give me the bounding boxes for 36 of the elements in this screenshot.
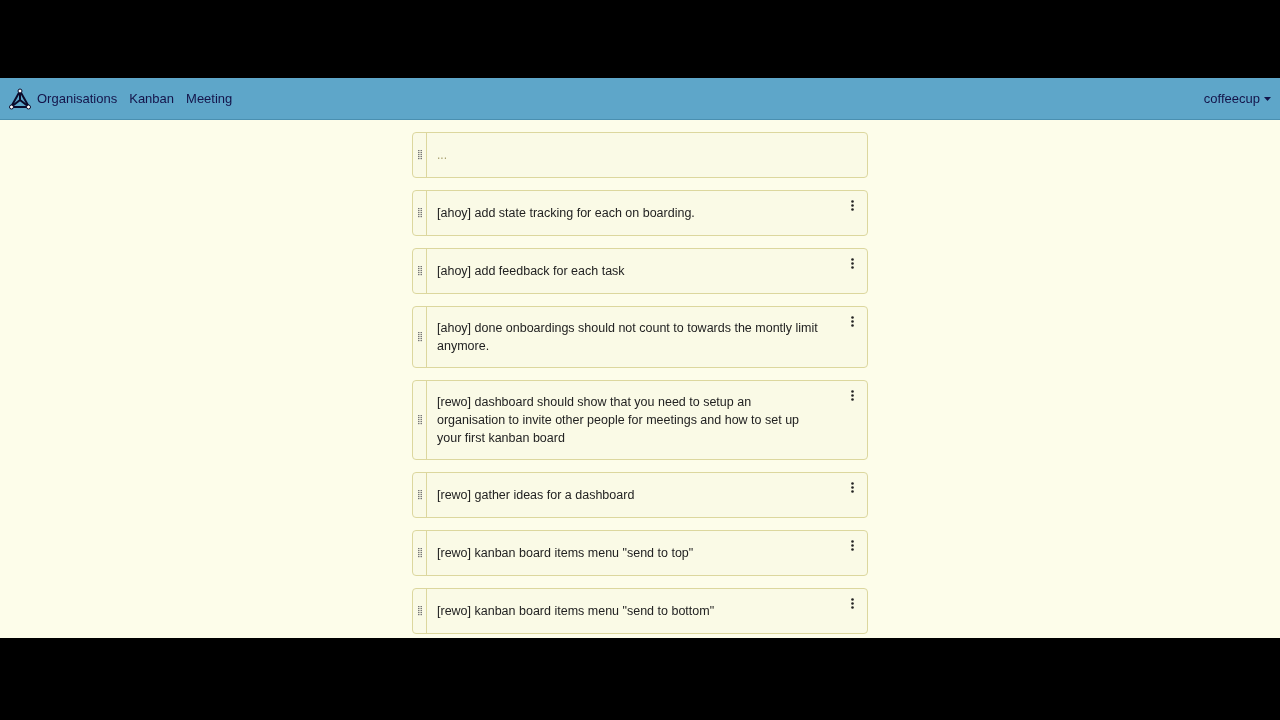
kanban-card[interactable]: [rewo] dashboard should show that you need to setup an organisation to invite other people for meetings and how to set up your first kanban board bbox=[412, 380, 868, 460]
drag-handle-icon[interactable] bbox=[417, 150, 422, 160]
more-options-icon[interactable] bbox=[851, 390, 854, 401]
card-text: [rewo] gather ideas for a dashboard bbox=[437, 487, 635, 504]
caret-icon bbox=[1264, 96, 1271, 101]
more-options-icon[interactable] bbox=[851, 598, 854, 609]
user-menu[interactable]: coffeecup bbox=[1203, 88, 1271, 109]
card-text: [ahoy] add feedback for each task bbox=[437, 263, 625, 280]
kanban-card[interactable]: [ahoy] add state tracking for each on boarding. bbox=[412, 190, 868, 236]
drag-handle-icon[interactable] bbox=[417, 332, 422, 342]
kanban-card[interactable]: [rewo] gather ideas for a dashboard bbox=[412, 472, 868, 518]
card-text: [rewo] kanban board items menu "send to bottom" bbox=[437, 603, 715, 620]
more-options-icon[interactable] bbox=[851, 316, 854, 327]
card-text: [rewo] kanban board items menu "send to top" bbox=[437, 545, 694, 562]
more-options-icon[interactable] bbox=[851, 200, 854, 211]
card-text: [rewo] dashboard should show that you need to setup an organisation to invite other people for meetings and how to set up your first kanban board bbox=[437, 394, 801, 447]
card-text: [ahoy] add state tracking for each on boarding. bbox=[437, 205, 695, 222]
drag-handle-icon[interactable] bbox=[417, 415, 422, 425]
drag-handle-icon[interactable] bbox=[417, 490, 422, 500]
kanban-card[interactable]: [rewo] kanban board items menu "send to bottom" bbox=[412, 588, 868, 634]
more-options-icon[interactable] bbox=[851, 258, 854, 269]
more-options-icon[interactable] bbox=[851, 540, 854, 551]
card-text: [ahoy] done onboardings should not count to towards the montly limit anymore. bbox=[437, 320, 819, 355]
drag-handle-icon[interactable] bbox=[417, 266, 422, 276]
nav-link[interactable]: Organisations bbox=[37, 88, 118, 109]
placeholder-text: ... bbox=[437, 147, 447, 164]
kanban-card[interactable]: [rewo] kanban board items menu "send to top" bbox=[412, 530, 868, 576]
nav-link[interactable]: Kanban bbox=[129, 88, 175, 109]
kanban-card[interactable]: [ahoy] add feedback for each task bbox=[412, 248, 868, 294]
drag-handle-icon[interactable] bbox=[417, 606, 422, 616]
nav-link[interactable]: Meeting bbox=[186, 88, 233, 109]
kanban-card[interactable]: [ahoy] done onboardings should not count to towards the montly limit anymore. bbox=[412, 306, 868, 368]
drag-handle-icon[interactable] bbox=[417, 208, 422, 218]
logo-icon[interactable] bbox=[9, 87, 31, 110]
drag-handle-icon[interactable] bbox=[417, 548, 422, 558]
more-options-icon[interactable] bbox=[851, 482, 854, 493]
